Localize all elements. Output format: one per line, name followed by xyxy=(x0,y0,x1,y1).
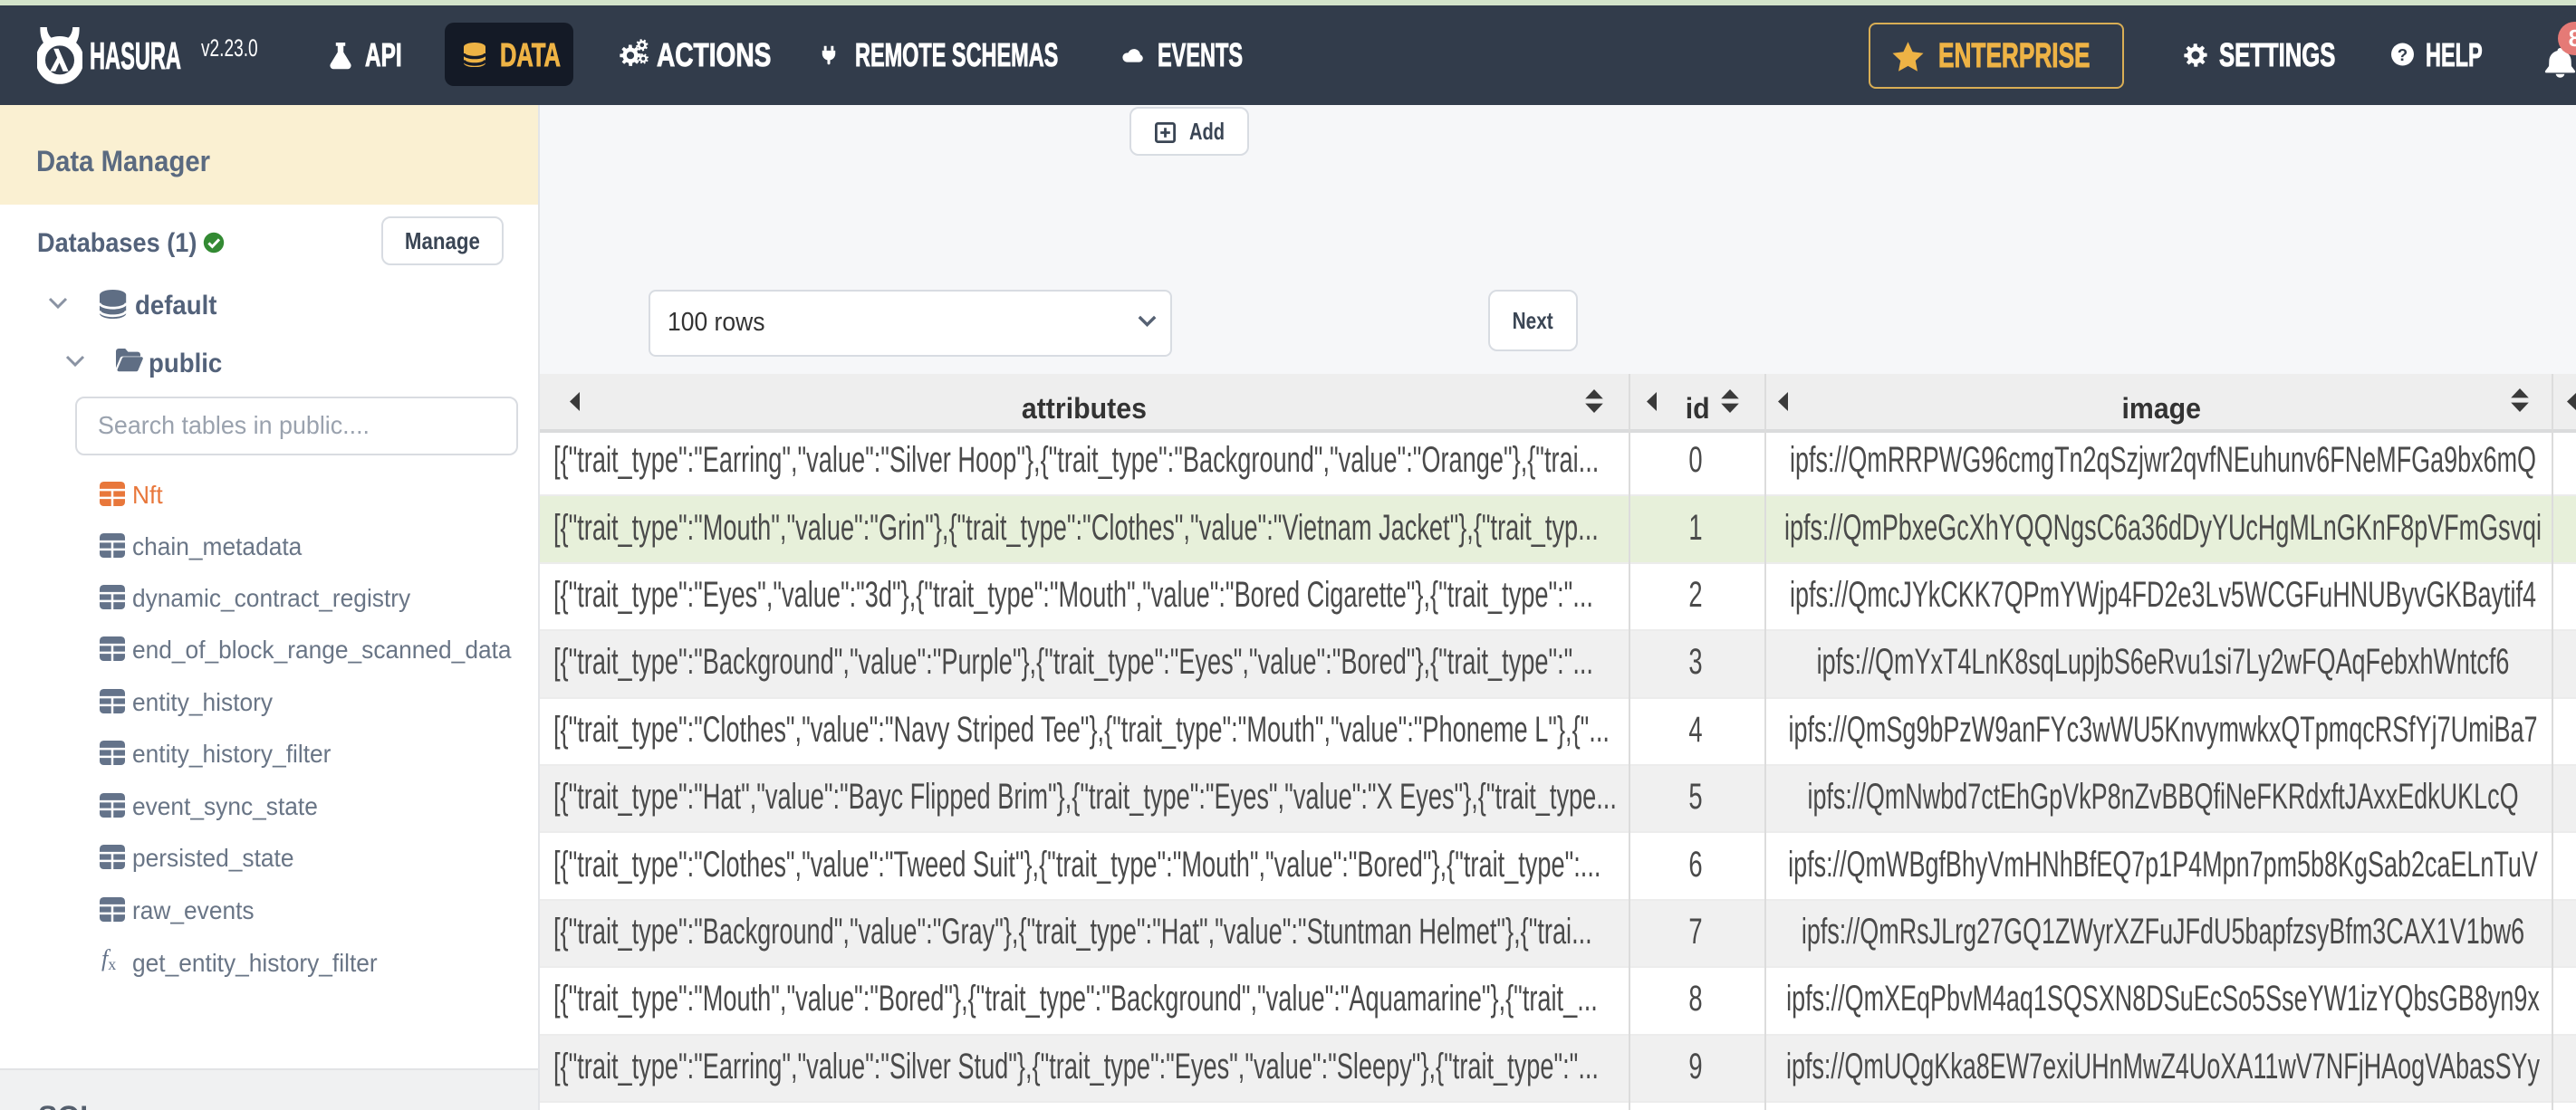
svg-text:?: ? xyxy=(2398,45,2408,64)
